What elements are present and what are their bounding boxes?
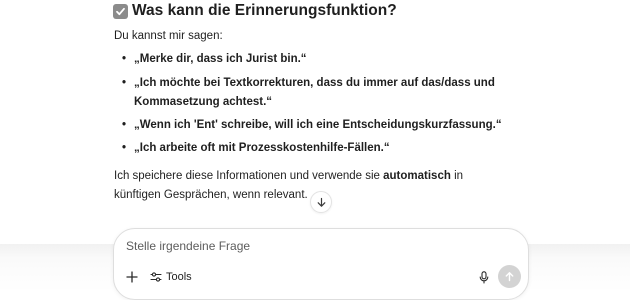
list-item-text: „Wenn ich 'Ent' schreibe, will ich eine … bbox=[134, 119, 502, 131]
send-button[interactable] bbox=[498, 265, 521, 288]
list-item: • „Ich arbeite oft mit Prozesskostenhilf… bbox=[122, 139, 514, 158]
add-attachment-button[interactable] bbox=[124, 269, 140, 285]
outro-emphasis: automatisch bbox=[383, 170, 451, 182]
checkbox-checked-icon bbox=[113, 3, 128, 19]
prompt-input[interactable] bbox=[126, 239, 486, 253]
bullet-icon: • bbox=[122, 53, 127, 65]
plus-icon bbox=[126, 271, 138, 283]
outro-before: Ich speichere diese Informationen und ve… bbox=[114, 170, 384, 182]
list-item: • „Wenn ich 'Ent' schreibe, will ich ein… bbox=[122, 116, 514, 135]
list-item: • „Merke dir, dass ich Jurist bin.“ bbox=[122, 50, 514, 69]
section-heading: Was kann die Erinnerungsfunktion? bbox=[113, 2, 397, 20]
microphone-icon bbox=[479, 270, 489, 284]
outro-text: Ich speichere diese Informationen und ve… bbox=[114, 167, 504, 205]
scroll-to-bottom-button[interactable] bbox=[310, 191, 332, 213]
arrow-up-icon bbox=[505, 272, 514, 282]
sliders-icon bbox=[150, 272, 162, 282]
list-item: • „Ich möchte bei Textkorrekturen, dass … bbox=[122, 74, 514, 112]
voice-input-button[interactable] bbox=[477, 269, 491, 285]
bullet-icon: • bbox=[122, 77, 127, 89]
tools-button[interactable]: Tools bbox=[150, 269, 192, 285]
list-item-text: „Ich möchte bei Textkorrekturen, dass du… bbox=[134, 77, 495, 108]
heading-text: Was kann die Erinnerungsfunktion? bbox=[132, 2, 397, 19]
list-item-text: „Merke dir, dass ich Jurist bin.“ bbox=[134, 53, 307, 65]
bullet-icon: • bbox=[122, 142, 127, 154]
list-item-text: „Ich arbeite oft mit Prozesskostenhilfe-… bbox=[134, 142, 390, 154]
tools-label: Tools bbox=[166, 271, 192, 283]
bullet-icon: • bbox=[122, 119, 127, 131]
intro-text: Du kannst mir sagen: bbox=[114, 30, 223, 42]
arrow-down-icon bbox=[317, 197, 325, 207]
prompt-composer: Tools bbox=[113, 228, 529, 300]
